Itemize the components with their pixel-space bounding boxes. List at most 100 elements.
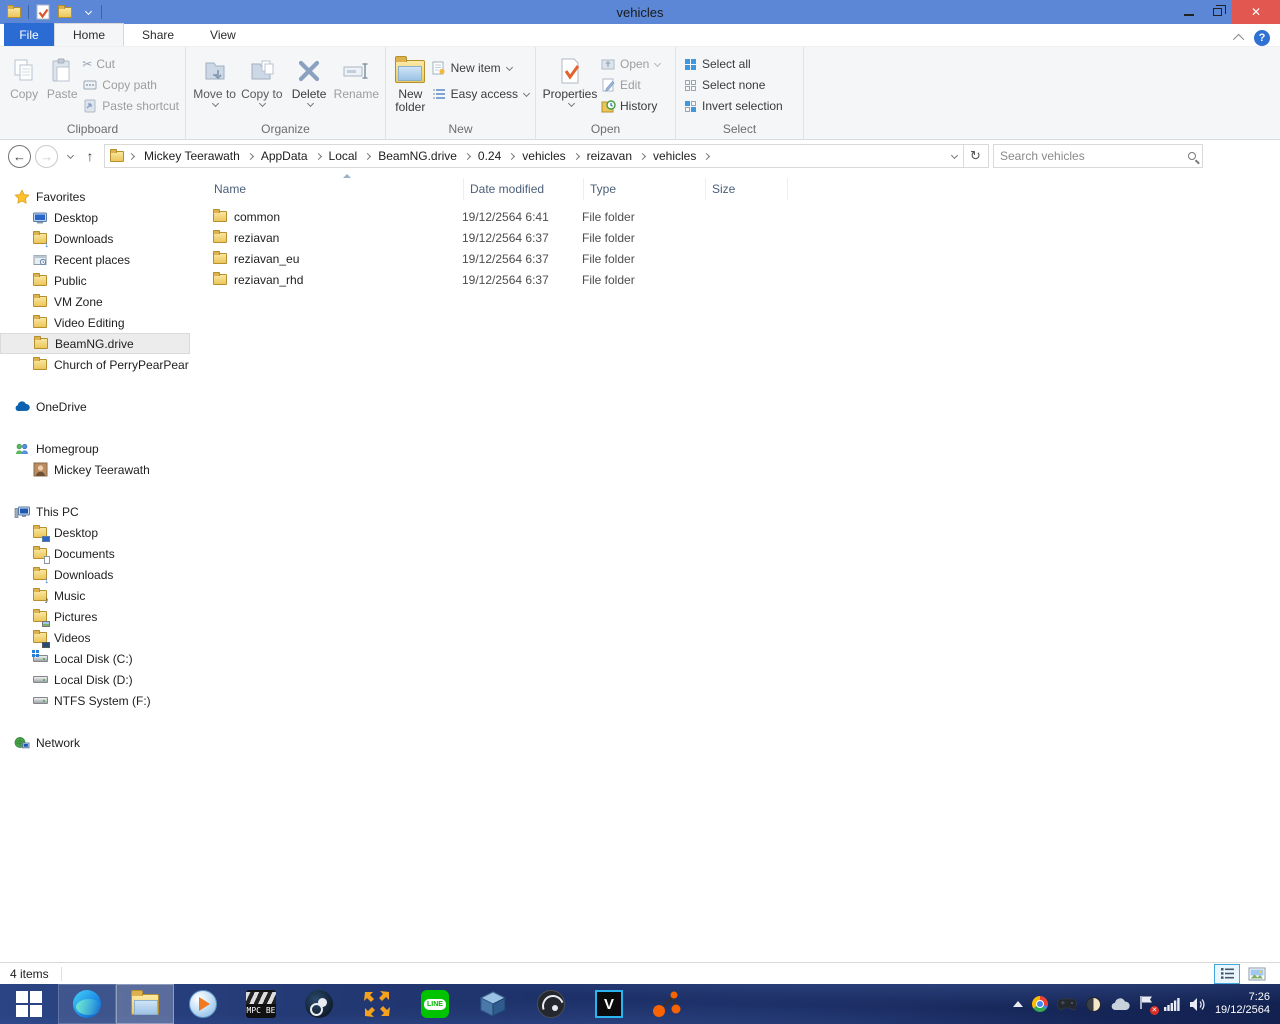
back-button[interactable]: ←	[8, 144, 31, 168]
details-view-button[interactable]	[1214, 963, 1240, 984]
column-header-date-modified[interactable]: Date modified	[464, 178, 584, 200]
breadcrumb-item[interactable]: AppData	[255, 149, 323, 163]
sidebar-item-video-editing[interactable]: Video Editing	[0, 312, 190, 333]
volume-icon[interactable]	[1189, 997, 1206, 1012]
copy-button[interactable]: Copy	[6, 51, 42, 101]
thumbnail-view-button[interactable]	[1244, 964, 1270, 984]
show-hidden-icons-button[interactable]	[1012, 1001, 1023, 1007]
chrome-tray-icon[interactable]	[1031, 996, 1048, 1012]
tab-share[interactable]: Share	[124, 23, 192, 46]
help-icon[interactable]: ?	[1254, 30, 1270, 46]
rename-button[interactable]: Rename	[334, 51, 379, 101]
column-header-size[interactable]: Size	[706, 178, 788, 200]
taskbar-mpc-be-button[interactable]: MPC BE	[232, 984, 290, 1024]
taskbar-steam-button[interactable]	[290, 984, 348, 1024]
sidebar-item-pc-music[interactable]: ♪ Music	[0, 585, 190, 606]
sidebar-item-ntfs-system-f[interactable]: NTFS System (F:)	[0, 690, 190, 711]
up-button[interactable]: ↑	[80, 148, 100, 164]
breadcrumb-item[interactable]: BeamNG.drive	[372, 149, 472, 163]
close-button[interactable]: ✕	[1232, 0, 1280, 24]
move-to-button[interactable]: Move to	[192, 51, 237, 108]
taskbar-vmware-button[interactable]	[348, 984, 406, 1024]
action-center-flag-icon[interactable]: ✕	[1139, 995, 1159, 1015]
copy-path-button[interactable]: Copy path	[82, 76, 179, 94]
new-item-button[interactable]: New item	[431, 59, 529, 77]
sidebar-item-mickey-teerawath[interactable]: Mickey Teerawath	[0, 459, 190, 480]
new-folder-button[interactable]: New folder	[392, 51, 429, 114]
search-box[interactable]	[993, 144, 1203, 168]
table-row[interactable]: reziavan 19/12/2564 6:37 File folder	[190, 227, 1280, 248]
tab-file[interactable]: File	[4, 23, 54, 46]
onedrive-tray-icon[interactable]	[1110, 997, 1130, 1011]
edit-button[interactable]: Edit	[600, 76, 660, 94]
sidebar-section-network[interactable]: Network	[0, 732, 190, 753]
recent-locations-dropdown[interactable]	[62, 151, 76, 160]
sidebar-item-local-disk-c[interactable]: Local Disk (C:)	[0, 648, 190, 669]
paste-button[interactable]: Paste	[44, 51, 80, 101]
column-header-type[interactable]: Type	[584, 178, 706, 200]
refresh-button[interactable]: ↻	[963, 144, 989, 168]
ribbon-collapse-icon[interactable]	[1232, 33, 1245, 46]
minimize-button[interactable]	[1174, 0, 1203, 24]
sidebar-item-recent-places[interactable]: Recent places	[0, 249, 190, 270]
history-button[interactable]: History	[600, 97, 660, 115]
taskbar-virtualbox-button[interactable]	[464, 984, 522, 1024]
copy-to-button[interactable]: Copy to	[239, 51, 284, 108]
select-none-button[interactable]: Select none	[682, 76, 783, 94]
invert-selection-button[interactable]: Invert selection	[682, 97, 783, 115]
breadcrumb-item[interactable]: vehicles	[516, 149, 580, 163]
column-header-name[interactable]: Name	[208, 174, 464, 200]
sidebar-item-pc-downloads[interactable]: ↓ Downloads	[0, 564, 190, 585]
qat-dropdown-icon[interactable]	[79, 4, 95, 20]
tab-home[interactable]: Home	[54, 23, 125, 46]
easy-access-button[interactable]: Easy access	[431, 85, 531, 103]
sidebar-section-favorites[interactable]: Favorites	[0, 186, 190, 207]
table-row[interactable]: common 19/12/2564 6:41 File folder	[190, 206, 1280, 227]
address-dropdown-icon[interactable]	[950, 151, 959, 159]
sidebar-item-pc-videos[interactable]: Videos	[0, 627, 190, 648]
paste-shortcut-button[interactable]: Paste shortcut	[82, 97, 179, 115]
breadcrumb-item[interactable]: Local	[323, 149, 373, 163]
tab-view[interactable]: View	[192, 23, 254, 46]
sidebar-item-church-of-perrypearpear[interactable]: Church of PerryPearPear	[0, 354, 190, 375]
breadcrumb-item[interactable]: 0.24	[472, 149, 516, 163]
search-icon[interactable]	[1188, 152, 1196, 160]
network-signal-icon[interactable]	[1163, 997, 1180, 1011]
sidebar-item-public[interactable]: Public	[0, 270, 190, 291]
sidebar-item-pc-desktop[interactable]: Desktop	[0, 522, 190, 543]
sidebar-item-pc-pictures[interactable]: Pictures	[0, 606, 190, 627]
properties-button[interactable]: Properties	[542, 51, 598, 108]
taskbar-file-explorer-button[interactable]	[116, 984, 174, 1024]
taskbar-vegas-button[interactable]: V	[580, 984, 638, 1024]
sidebar-item-vm-zone[interactable]: VM Zone	[0, 291, 190, 312]
taskbar-beamng-button[interactable]	[638, 984, 696, 1024]
flux-tray-icon[interactable]	[1085, 996, 1101, 1012]
delete-button[interactable]: Delete	[286, 51, 331, 108]
table-row[interactable]: reziavan_rhd 19/12/2564 6:37 File folder	[190, 269, 1280, 290]
taskbar-media-player-button[interactable]	[174, 984, 232, 1024]
taskbar-edge-button[interactable]	[58, 984, 116, 1024]
sidebar-section-onedrive[interactable]: OneDrive	[0, 396, 190, 417]
select-all-button[interactable]: Select all	[682, 55, 783, 73]
sidebar-item-beamng-drive[interactable]: BeamNG.drive	[0, 333, 190, 354]
cut-button[interactable]: ✂ Cut	[82, 55, 179, 73]
taskbar-line-button[interactable]: LINE	[406, 984, 464, 1024]
sidebar-item-downloads[interactable]: ↓ Downloads	[0, 228, 190, 249]
folder-icon[interactable]	[57, 4, 73, 20]
folder-icon[interactable]	[6, 4, 22, 20]
address-bar[interactable]: Mickey Teerawath AppData Local BeamNG.dr…	[104, 144, 964, 168]
properties-icon[interactable]	[35, 4, 51, 20]
breadcrumb-item[interactable]: reizavan	[581, 149, 647, 163]
breadcrumb-item[interactable]: Mickey Teerawath	[138, 149, 255, 163]
start-button[interactable]	[0, 984, 58, 1024]
sidebar-section-homegroup[interactable]: Homegroup	[0, 438, 190, 459]
sidebar-item-local-disk-d[interactable]: Local Disk (D:)	[0, 669, 190, 690]
tray-clock[interactable]: 7:26 19/12/2564	[1215, 991, 1270, 1017]
gamepad-tray-icon[interactable]	[1057, 998, 1077, 1011]
open-button[interactable]: Open	[600, 55, 662, 73]
sidebar-item-desktop[interactable]: Desktop	[0, 207, 190, 228]
taskbar-obs-button[interactable]	[522, 984, 580, 1024]
restore-button[interactable]	[1203, 0, 1232, 24]
sidebar-section-this-pc[interactable]: This PC	[0, 501, 190, 522]
forward-button[interactable]: ←	[35, 144, 58, 168]
